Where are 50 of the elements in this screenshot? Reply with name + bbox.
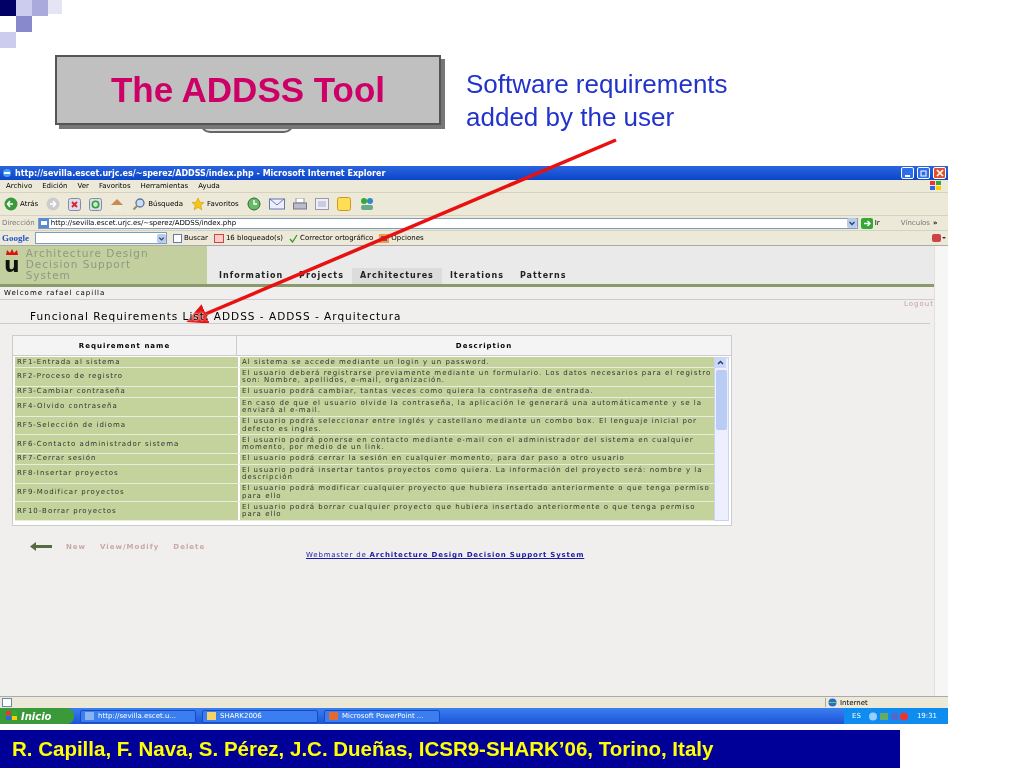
table-scrollbar[interactable] [714,357,729,522]
note-button[interactable] [336,197,351,211]
nav-tab[interactable]: Iterations [441,268,512,284]
corner-decoration [0,0,62,48]
tray-icons [868,711,909,721]
restore-button[interactable] [917,167,930,179]
close-icon [935,169,944,177]
square-icon [173,233,182,243]
go-arrow-icon [860,217,873,229]
task-icon [85,712,94,720]
close-button[interactable] [933,167,946,179]
windows-logo-icon [6,711,17,721]
browser-icon [2,168,12,178]
check-icon [289,233,299,243]
google-logo: Google [2,233,29,243]
scroll-up-icon[interactable] [715,358,726,368]
search-icon [132,197,147,211]
task-icon [329,712,338,720]
nav-tab[interactable]: Patterns [511,268,575,284]
footer-text: R. Capilla, F. Nava, S. Pérez, J.C. Dueñas, ICSR9-SHARK’06, Torino, Italy [12,737,714,761]
restore-icon [919,169,928,177]
logo-letter: u [4,256,20,274]
globe-icon [828,698,837,707]
stop-button[interactable] [68,197,82,211]
print-button[interactable] [292,197,307,211]
history-button[interactable] [246,197,261,211]
dropdown-icon[interactable] [846,218,857,228]
back-icon [4,197,18,211]
minimize-button[interactable] [901,167,914,179]
page-icon [38,218,49,228]
window-title: http://sevilla.escet.urjc.es/~sperez/ADDSS/index.php - Microsoft Internet Explorer [15,168,386,178]
edit-button[interactable] [314,198,329,210]
messenger-button[interactable] [358,197,375,211]
crown-icon [4,248,19,256]
refresh-button[interactable] [89,197,103,211]
toolbar-settings-icon[interactable] [932,233,946,243]
nav-tab[interactable]: Information [211,268,292,284]
back-arrow-icon[interactable] [30,542,52,552]
page-icon [2,698,12,707]
annotation-text: Software requirements added by the user [466,68,729,134]
task-icon [207,712,216,720]
page-scrollbar[interactable] [934,246,948,696]
nav-tab[interactable]: Architectures [351,268,442,284]
windows-logo-icon [930,181,942,191]
star-icon [191,197,206,211]
mail-button[interactable] [268,198,285,210]
start-button[interactable]: Inicio [0,708,74,724]
dropdown-icon[interactable] [157,233,166,243]
window-icon [213,233,224,243]
google-search-field[interactable] [35,232,167,244]
